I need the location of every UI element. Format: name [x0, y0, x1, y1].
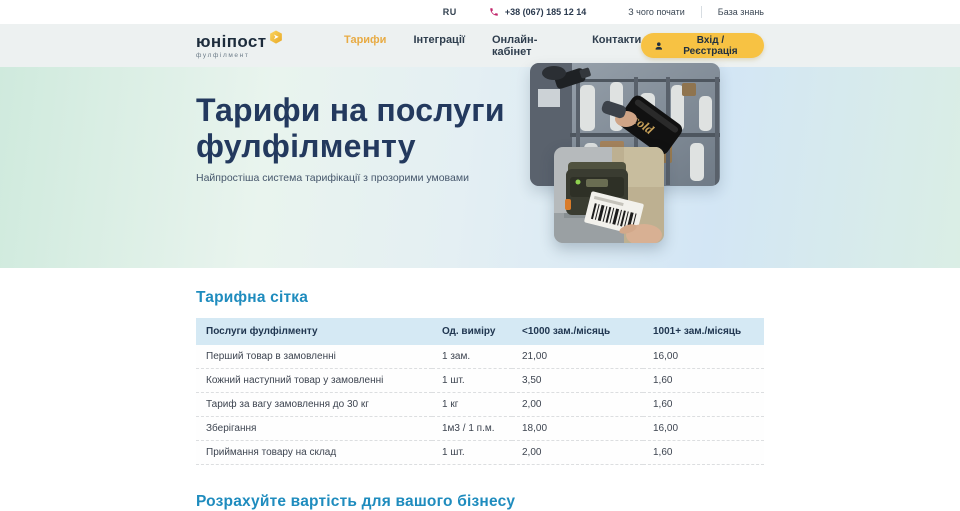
menu-item-tariffs[interactable]: Тарифи: [344, 34, 386, 58]
cell-price-low: 21,00: [512, 345, 643, 369]
language-switcher[interactable]: RU: [443, 7, 457, 17]
topbar-links: З чого почати База знань: [628, 6, 764, 18]
col-header-unit: Од. виміру: [432, 318, 512, 345]
phone-number: +38 (067) 185 12 14: [505, 7, 586, 17]
cell-service: Зберігання: [196, 417, 432, 441]
logo-title: юніпост: [196, 33, 267, 50]
cell-service: Тариф за вагу замовлення до 30 кг: [196, 393, 432, 417]
cell-price-high: 1,60: [643, 393, 764, 417]
topbar-link-getting-started[interactable]: З чого почати: [628, 7, 685, 17]
topbar-divider: [701, 6, 702, 18]
hero-title: Тарифи на послуги фулфілменту: [196, 92, 505, 164]
cell-price-high: 1,60: [643, 441, 764, 465]
pricing-title: Тарифна сітка: [196, 289, 764, 307]
box-gem-icon: [269, 30, 283, 44]
table-row: Тариф за вагу замовлення до 30 кг 1 кг 2…: [196, 393, 764, 417]
col-header-service: Послуги фулфілменту: [196, 318, 432, 345]
col-header-under-1000: <1000 зам./місяць: [512, 318, 643, 345]
cell-price-low: 18,00: [512, 417, 643, 441]
cell-price-high: 1,60: [643, 369, 764, 393]
user-icon: [654, 41, 664, 51]
table-row: Приймання товару на склад 1 шт. 2,00 1,6…: [196, 441, 764, 465]
topbar-link-knowledge-base[interactable]: База знань: [718, 7, 764, 17]
cell-price-low: 2,00: [512, 441, 643, 465]
cell-unit: 1 шт.: [432, 369, 512, 393]
login-register-button[interactable]: Вхід / Реєстрація: [641, 33, 764, 58]
menu-item-contacts[interactable]: Контакти: [592, 34, 641, 58]
menu-item-integrations[interactable]: Інтеграції: [413, 34, 465, 58]
table-row: Перший товар в замовленні 1 зам. 21,00 1…: [196, 345, 764, 369]
cell-price-low: 2,00: [512, 393, 643, 417]
table-row: Кожний наступний товар у замовленні 1 шт…: [196, 369, 764, 393]
login-register-label: Вхід / Реєстрація: [670, 35, 751, 57]
cell-price-high: 16,00: [643, 417, 764, 441]
navbar: юніпост фулфілмент Тарифи Інтеграції Онл…: [0, 24, 960, 67]
main-menu: Тарифи Інтеграції Онлайн-кабінет Контакт…: [344, 34, 641, 58]
hero-section: Тарифи на послуги фулфілменту Найпростіш…: [0, 67, 960, 268]
phone-link[interactable]: +38 (067) 185 12 14: [489, 7, 586, 17]
cell-service: Кожний наступний товар у замовленні: [196, 369, 432, 393]
cell-unit: 1 кг: [432, 393, 512, 417]
calculator-title: Розрахуйте вартість для вашого бізнесу: [196, 493, 764, 511]
table-row: Зберігання 1м3 / 1 п.м. 18,00 16,00: [196, 417, 764, 441]
cell-unit: 1 шт.: [432, 441, 512, 465]
col-header-over-1001: 1001+ зам./місяць: [643, 318, 764, 345]
cell-service: Перший товар в замовленні: [196, 345, 432, 369]
table-header-row: Послуги фулфілменту Од. виміру <1000 зам…: [196, 318, 764, 345]
logo-subtitle: фулфілмент: [196, 52, 300, 59]
phone-icon: [489, 7, 499, 17]
logo[interactable]: юніпост фулфілмент: [196, 33, 300, 59]
label-printer-photo: [554, 147, 664, 243]
topbar: RU +38 (067) 185 12 14 З чого почати Баз…: [0, 0, 960, 24]
cell-price-high: 16,00: [643, 345, 764, 369]
cell-unit: 1м3 / 1 п.м.: [432, 417, 512, 441]
hero-subtitle: Найпростіша система тарифікації з прозор…: [196, 172, 469, 184]
menu-item-online-cabinet[interactable]: Онлайн-кабінет: [492, 34, 565, 58]
cell-unit: 1 зам.: [432, 345, 512, 369]
cell-service: Приймання товару на склад: [196, 441, 432, 465]
cell-price-low: 3,50: [512, 369, 643, 393]
pricing-table: Послуги фулфілменту Од. виміру <1000 зам…: [196, 318, 764, 465]
